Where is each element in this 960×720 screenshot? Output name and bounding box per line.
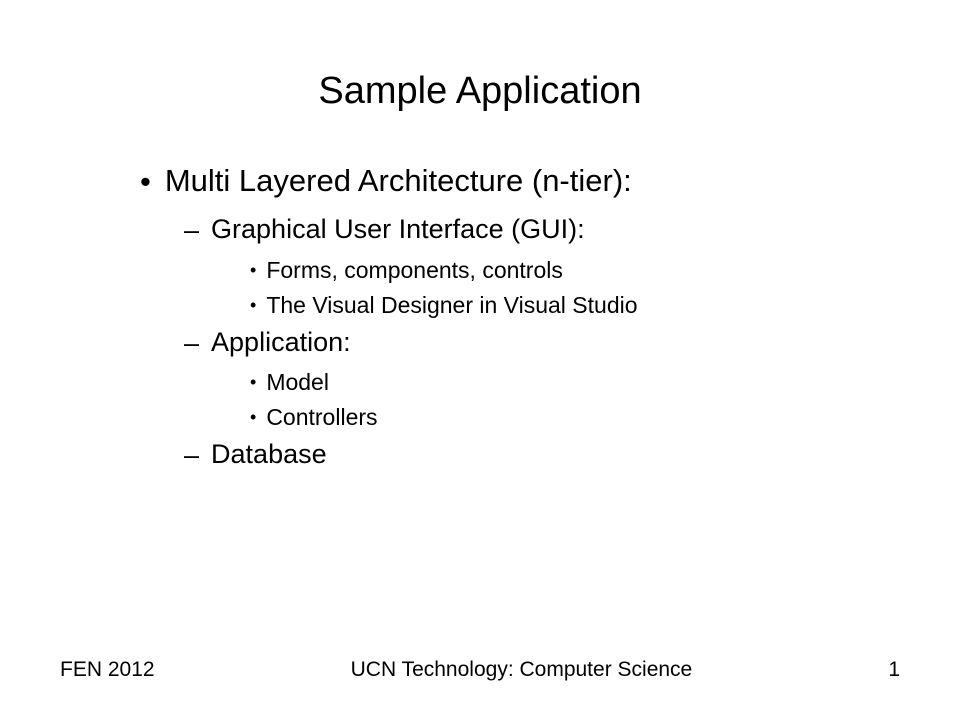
bullet-sub-database-text: Database xyxy=(211,439,327,470)
bullet-icon: • xyxy=(250,404,256,431)
slide-title: Sample Application xyxy=(60,70,900,113)
bullet-app-item-1-text: Model xyxy=(266,369,329,396)
bullet-icon: • xyxy=(250,257,256,284)
bullet-sub-database: – Database xyxy=(184,439,900,471)
bullet-gui-item-1: • Forms, components, controls xyxy=(250,257,900,284)
bullet-app-item-2-text: Controllers xyxy=(266,404,377,431)
slide-container: Sample Application • Multi Layered Archi… xyxy=(0,0,960,720)
bullet-gui-item-1-text: Forms, components, controls xyxy=(266,257,563,284)
bullet-main: • Multi Layered Architecture (n-tier): xyxy=(140,163,900,200)
bullet-icon: • xyxy=(250,369,256,396)
dash-icon: – xyxy=(184,214,199,246)
bullet-sub-application: – Application: xyxy=(184,327,900,359)
bullet-gui-item-2-text: The Visual Designer in Visual Studio xyxy=(266,292,637,319)
bullet-sub-gui-text: Graphical User Interface (GUI): xyxy=(211,214,585,245)
slide-footer: FEN 2012 UCN Technology: Computer Scienc… xyxy=(0,658,960,682)
bullet-gui-item-2: • The Visual Designer in Visual Studio xyxy=(250,292,900,319)
footer-page-number: 1 xyxy=(888,658,900,682)
footer-left: FEN 2012 xyxy=(60,658,155,682)
bullet-main-text: Multi Layered Architecture (n-tier): xyxy=(165,163,632,199)
bullet-app-item-2: • Controllers xyxy=(250,404,900,431)
bullet-sub-application-text: Application: xyxy=(211,327,351,358)
slide-content: • Multi Layered Architecture (n-tier): –… xyxy=(60,163,900,670)
footer-center: UCN Technology: Computer Science xyxy=(155,658,889,682)
dash-icon: – xyxy=(184,327,199,359)
bullet-icon: • xyxy=(250,292,256,319)
bullet-sub-gui: – Graphical User Interface (GUI): xyxy=(184,214,900,246)
bullet-app-item-1: • Model xyxy=(250,369,900,396)
dash-icon: – xyxy=(184,439,199,471)
bullet-icon: • xyxy=(140,163,151,200)
